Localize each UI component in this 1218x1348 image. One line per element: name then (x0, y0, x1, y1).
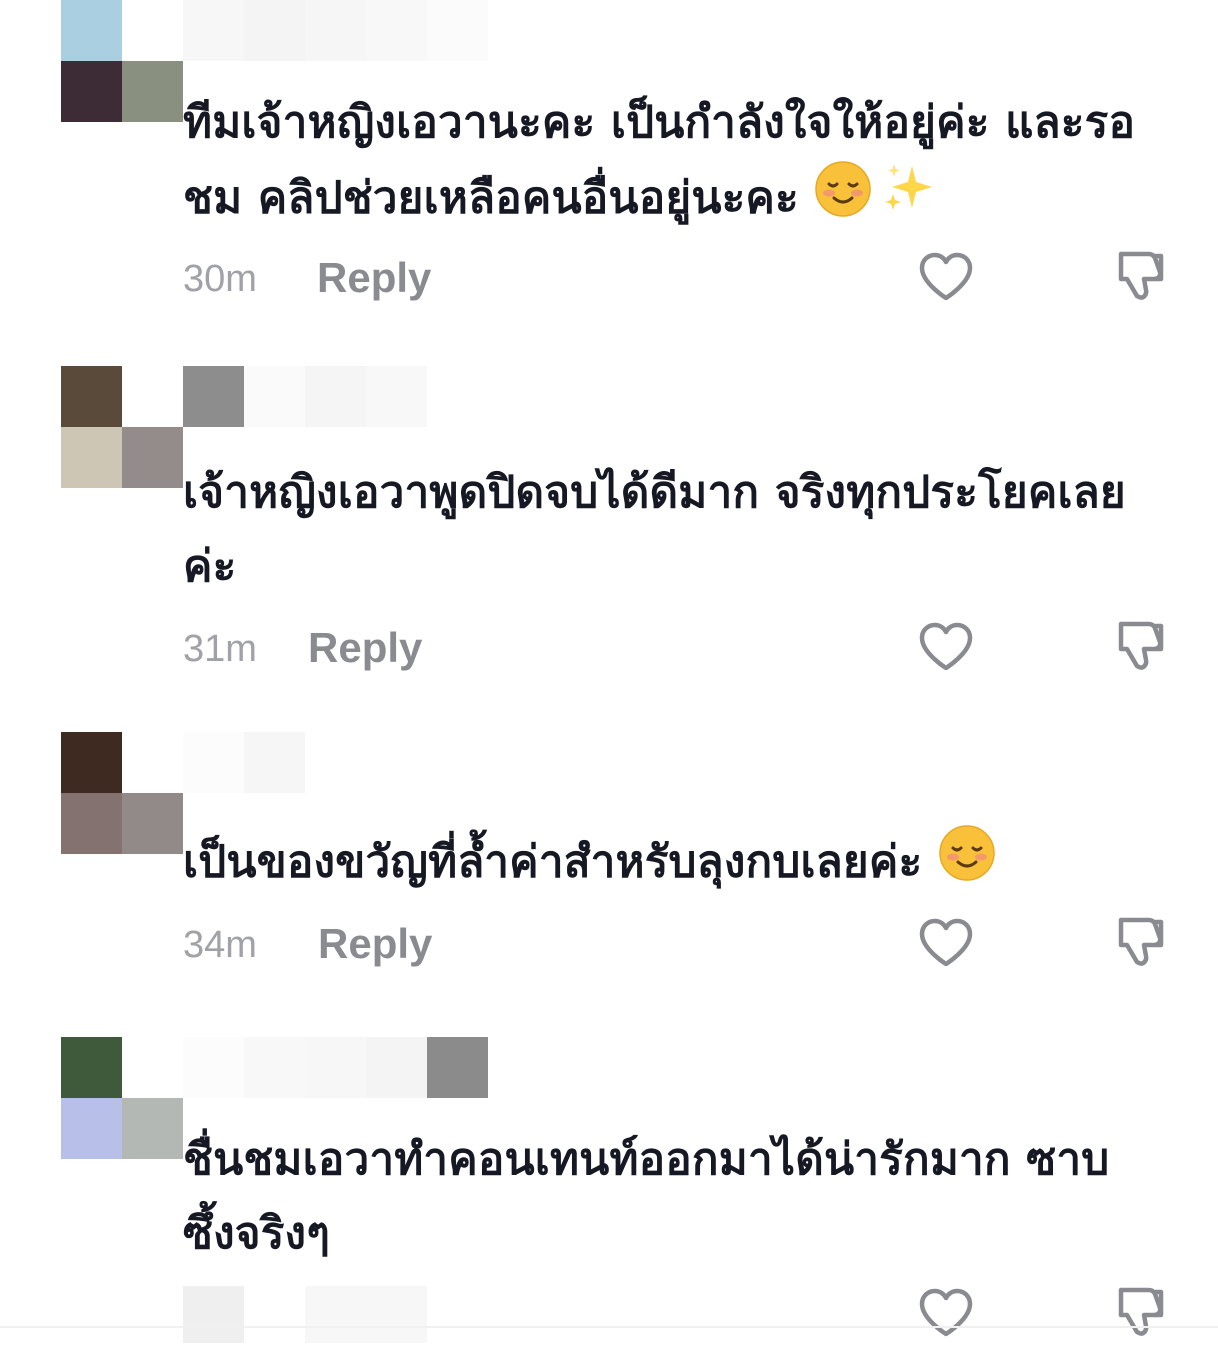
username-redacted[interactable] (183, 0, 488, 61)
avatar[interactable] (61, 366, 183, 488)
comment-text-line: เจ้าหญิงเอวาพูดปิดจบได้ดีมาก จริงทุกประโ… (183, 467, 1126, 518)
username-redacted[interactable] (183, 366, 427, 427)
thumbs-down-outline-icon[interactable] (1111, 1282, 1169, 1340)
timestamp: 31m (183, 628, 257, 670)
comment-text: ชื่นชมเอวาทำคอนเทนท์ออกมาได้น่ารักมาก ซา… (183, 1123, 1173, 1271)
smiling-face-emoji (938, 824, 996, 905)
avatar[interactable] (61, 0, 183, 122)
heart-outline-icon[interactable] (917, 1286, 975, 1340)
timestamp-redacted (183, 1286, 244, 1343)
comment-text: ทีมเจ้าหญิงเอวานะคะ เป็นกำลังใจให้อยู่ค่… (183, 86, 1173, 241)
comment-text: เป็นของขวัญที่ล้ำค่าสำหรับลุงกบเลยค่ะ (183, 824, 1173, 905)
heart-outline-icon[interactable] (917, 916, 975, 970)
heart-outline-icon[interactable] (917, 250, 975, 304)
username-redacted[interactable] (183, 1037, 488, 1098)
divider (0, 1326, 1218, 1328)
comment-meta: 34m Reply (183, 916, 1173, 978)
comment-text-line: ชื่นชมเอวาทำคอนเทนท์ออกมาได้น่ารักมาก ซา… (183, 1134, 1110, 1185)
smiling-face-emoji (814, 160, 872, 241)
comment-text-line: ทีมเจ้าหญิงเอวานะคะ เป็นกำลังใจให้อยู่ค่… (183, 97, 1136, 148)
reply-button[interactable]: Reply (318, 920, 432, 968)
comment-text-line: ซึ้งจริงๆ (183, 1208, 331, 1259)
comment-text-line: เป็นของขวัญที่ล้ำค่าสำหรับลุงกบเลยค่ะ (183, 836, 923, 888)
sparkles-emoji (880, 160, 938, 241)
timestamp: 30m (183, 258, 257, 300)
reply-button[interactable]: Reply (317, 254, 431, 302)
username-redacted[interactable] (183, 732, 305, 793)
avatar[interactable] (61, 1037, 183, 1159)
thumbs-down-outline-icon[interactable] (1111, 246, 1169, 304)
avatar[interactable] (61, 732, 183, 854)
comment-text-line: ชม คลิปช่วยเหลือคนอื่นอยู่นะคะ (183, 172, 799, 224)
thumbs-down-outline-icon[interactable] (1111, 616, 1169, 674)
reply-redacted (305, 1286, 427, 1343)
comment-meta: 31m Reply (183, 620, 1173, 682)
comment-text: เจ้าหญิงเอวาพูดปิดจบได้ดีมาก จริงทุกประโ… (183, 456, 1173, 604)
comment-meta (183, 1286, 1173, 1348)
comment-text-line: ค่ะ (183, 541, 237, 592)
heart-outline-icon[interactable] (917, 620, 975, 674)
thumbs-down-outline-icon[interactable] (1111, 912, 1169, 970)
reply-button[interactable]: Reply (308, 624, 422, 672)
comment-meta: 30m Reply (183, 250, 1173, 312)
timestamp: 34m (183, 924, 257, 966)
